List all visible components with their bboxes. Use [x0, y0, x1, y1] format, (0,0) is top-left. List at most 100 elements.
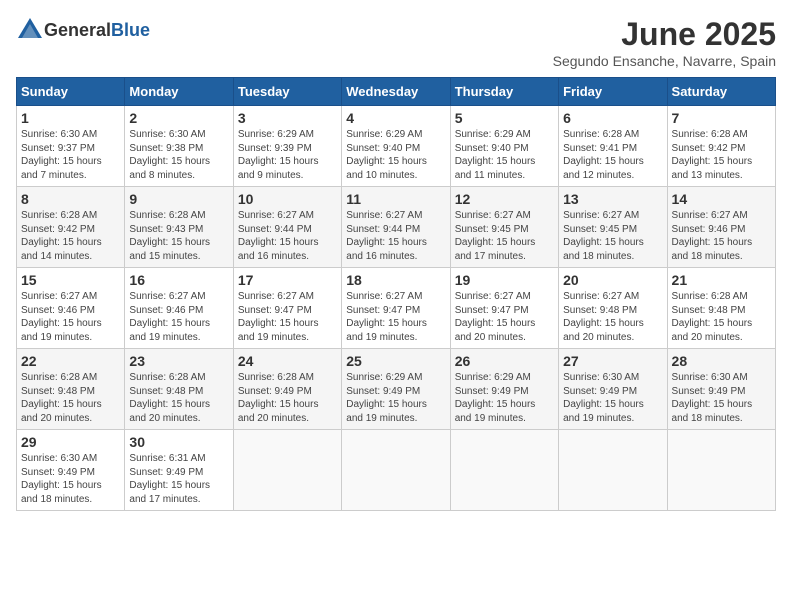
- calendar-cell: 21 Sunrise: 6:28 AMSunset: 9:48 PMDayligh…: [667, 268, 775, 349]
- day-info: Sunrise: 6:29 AMSunset: 9:49 PMDaylight:…: [455, 371, 554, 425]
- day-number: 11: [346, 191, 445, 207]
- day-info: Sunrise: 6:28 AMSunset: 9:42 PMDaylight:…: [672, 128, 771, 182]
- day-number: 3: [238, 110, 337, 126]
- weekday-header-thursday: Thursday: [450, 78, 558, 106]
- day-number: 15: [21, 272, 120, 288]
- calendar-cell: 10 Sunrise: 6:27 AMSunset: 9:44 PMDayligh…: [233, 187, 341, 268]
- day-info: Sunrise: 6:30 AMSunset: 9:49 PMDaylight:…: [672, 371, 771, 425]
- day-info: Sunrise: 6:27 AMSunset: 9:46 PMDaylight:…: [672, 209, 771, 263]
- calendar-cell: 11Sunrise: 6:27 AMSunset: 9:44 PMDayligh…: [342, 187, 450, 268]
- day-info: Sunrise: 6:28 AMSunset: 9:49 PMDaylight:…: [238, 371, 337, 425]
- day-info: Sunrise: 6:27 AMSunset: 9:48 PMDaylight:…: [563, 290, 662, 344]
- day-info: Sunrise: 6:30 AMSunset: 9:38 PMDaylight:…: [129, 128, 228, 182]
- calendar-cell: 23 Sunrise: 6:28 AMSunset: 9:48 PMDayligh…: [125, 349, 233, 430]
- day-info: Sunrise: 6:27 AMSunset: 9:45 PMDaylight:…: [563, 209, 662, 263]
- day-number: 22: [21, 353, 120, 369]
- day-info: Sunrise: 6:29 AMSunset: 9:40 PMDaylight:…: [346, 128, 445, 182]
- day-info: Sunrise: 6:28 AMSunset: 9:48 PMDaylight:…: [129, 371, 228, 425]
- calendar-cell: 20Sunrise: 6:27 AMSunset: 9:48 PMDayligh…: [559, 268, 667, 349]
- calendar-cell: 1Sunrise: 6:30 AMSunset: 9:37 PMDaylight…: [17, 106, 125, 187]
- day-info: Sunrise: 6:29 AMSunset: 9:39 PMDaylight:…: [238, 128, 337, 182]
- day-info: Sunrise: 6:27 AMSunset: 9:47 PMDaylight:…: [346, 290, 445, 344]
- day-info: Sunrise: 6:27 AMSunset: 9:46 PMDaylight:…: [21, 290, 120, 344]
- day-info: Sunrise: 6:30 AMSunset: 9:49 PMDaylight:…: [563, 371, 662, 425]
- weekday-header-saturday: Saturday: [667, 78, 775, 106]
- day-number: 4: [346, 110, 445, 126]
- day-info: Sunrise: 6:28 AMSunset: 9:42 PMDaylight:…: [21, 209, 120, 263]
- page-wrapper: GeneralBlue June 2025 Segundo Ensanche, …: [16, 16, 776, 511]
- calendar-week-row: 15 Sunrise: 6:27 AMSunset: 9:46 PMDayligh…: [17, 268, 776, 349]
- logo-icon: [16, 16, 44, 44]
- calendar-cell: 13 Sunrise: 6:27 AMSunset: 9:45 PMDayligh…: [559, 187, 667, 268]
- calendar-cell: 22 Sunrise: 6:28 AMSunset: 9:48 PMDayligh…: [17, 349, 125, 430]
- calendar-cell: 2 Sunrise: 6:30 AMSunset: 9:38 PMDaylight…: [125, 106, 233, 187]
- calendar-week-row: 8Sunrise: 6:28 AMSunset: 9:42 PMDaylight…: [17, 187, 776, 268]
- day-number: 27: [563, 353, 662, 369]
- day-number: 7: [672, 110, 771, 126]
- day-info: Sunrise: 6:29 AMSunset: 9:49 PMDaylight:…: [346, 371, 445, 425]
- day-number: 26: [455, 353, 554, 369]
- day-info: Sunrise: 6:27 AMSunset: 9:45 PMDaylight:…: [455, 209, 554, 263]
- calendar-cell: 9 Sunrise: 6:28 AMSunset: 9:43 PMDaylight…: [125, 187, 233, 268]
- calendar-cell: [559, 430, 667, 511]
- day-number: 6: [563, 110, 662, 126]
- weekday-header-wednesday: Wednesday: [342, 78, 450, 106]
- calendar-cell: 30 Sunrise: 6:31 AMSunset: 9:49 PMDayligh…: [125, 430, 233, 511]
- day-number: 23: [129, 353, 228, 369]
- calendar-cell: 16 Sunrise: 6:27 AMSunset: 9:46 PMDayligh…: [125, 268, 233, 349]
- day-number: 5: [455, 110, 554, 126]
- day-number: 19: [455, 272, 554, 288]
- calendar-cell: 28Sunrise: 6:30 AMSunset: 9:49 PMDayligh…: [667, 349, 775, 430]
- day-number: 2: [129, 110, 228, 126]
- title-area: June 2025 Segundo Ensanche, Navarre, Spa…: [553, 16, 776, 69]
- calendar-table: SundayMondayTuesdayWednesdayThursdayFrid…: [16, 77, 776, 511]
- calendar-cell: [667, 430, 775, 511]
- weekday-header-tuesday: Tuesday: [233, 78, 341, 106]
- day-info: Sunrise: 6:27 AMSunset: 9:47 PMDaylight:…: [455, 290, 554, 344]
- calendar-cell: 29Sunrise: 6:30 AMSunset: 9:49 PMDayligh…: [17, 430, 125, 511]
- calendar-cell: 5 Sunrise: 6:29 AMSunset: 9:40 PMDaylight…: [450, 106, 558, 187]
- day-number: 18: [346, 272, 445, 288]
- day-info: Sunrise: 6:30 AMSunset: 9:37 PMDaylight:…: [21, 128, 120, 182]
- day-number: 21: [672, 272, 771, 288]
- calendar-week-row: 22 Sunrise: 6:28 AMSunset: 9:48 PMDayligh…: [17, 349, 776, 430]
- month-title: June 2025: [553, 16, 776, 53]
- day-info: Sunrise: 6:28 AMSunset: 9:43 PMDaylight:…: [129, 209, 228, 263]
- day-number: 16: [129, 272, 228, 288]
- calendar-body: 1Sunrise: 6:30 AMSunset: 9:37 PMDaylight…: [17, 106, 776, 511]
- calendar-cell: 3 Sunrise: 6:29 AMSunset: 9:39 PMDaylight…: [233, 106, 341, 187]
- day-info: Sunrise: 6:27 AMSunset: 9:46 PMDaylight:…: [129, 290, 228, 344]
- day-number: 12: [455, 191, 554, 207]
- logo-text: GeneralBlue: [44, 20, 150, 41]
- day-number: 13: [563, 191, 662, 207]
- day-info: Sunrise: 6:28 AMSunset: 9:48 PMDaylight:…: [672, 290, 771, 344]
- weekday-header-monday: Monday: [125, 78, 233, 106]
- day-number: 17: [238, 272, 337, 288]
- weekday-header-friday: Friday: [559, 78, 667, 106]
- day-info: Sunrise: 6:29 AMSunset: 9:40 PMDaylight:…: [455, 128, 554, 182]
- calendar-week-row: 29Sunrise: 6:30 AMSunset: 9:49 PMDayligh…: [17, 430, 776, 511]
- day-number: 29: [21, 434, 120, 450]
- calendar-cell: 18 Sunrise: 6:27 AMSunset: 9:47 PMDayligh…: [342, 268, 450, 349]
- calendar-cell: 15 Sunrise: 6:27 AMSunset: 9:46 PMDayligh…: [17, 268, 125, 349]
- calendar-cell: 14 Sunrise: 6:27 AMSunset: 9:46 PMDayligh…: [667, 187, 775, 268]
- weekday-header-sunday: Sunday: [17, 78, 125, 106]
- calendar-cell: 27 Sunrise: 6:30 AMSunset: 9:49 PMDayligh…: [559, 349, 667, 430]
- calendar-cell: 19 Sunrise: 6:27 AMSunset: 9:47 PMDayligh…: [450, 268, 558, 349]
- day-number: 30: [129, 434, 228, 450]
- calendar-cell: 24 Sunrise: 6:28 AMSunset: 9:49 PMDayligh…: [233, 349, 341, 430]
- calendar-cell: 6Sunrise: 6:28 AMSunset: 9:41 PMDaylight…: [559, 106, 667, 187]
- day-info: Sunrise: 6:31 AMSunset: 9:49 PMDaylight:…: [129, 452, 228, 506]
- day-number: 24: [238, 353, 337, 369]
- day-number: 14: [672, 191, 771, 207]
- logo: GeneralBlue: [16, 16, 150, 44]
- day-info: Sunrise: 6:28 AMSunset: 9:48 PMDaylight:…: [21, 371, 120, 425]
- calendar-cell: 4 Sunrise: 6:29 AMSunset: 9:40 PMDaylight…: [342, 106, 450, 187]
- calendar-week-row: 1Sunrise: 6:30 AMSunset: 9:37 PMDaylight…: [17, 106, 776, 187]
- calendar-cell: 8Sunrise: 6:28 AMSunset: 9:42 PMDaylight…: [17, 187, 125, 268]
- day-number: 9: [129, 191, 228, 207]
- day-number: 10: [238, 191, 337, 207]
- calendar-cell: 25Sunrise: 6:29 AMSunset: 9:49 PMDayligh…: [342, 349, 450, 430]
- day-info: Sunrise: 6:27 AMSunset: 9:44 PMDaylight:…: [238, 209, 337, 263]
- calendar-cell: [342, 430, 450, 511]
